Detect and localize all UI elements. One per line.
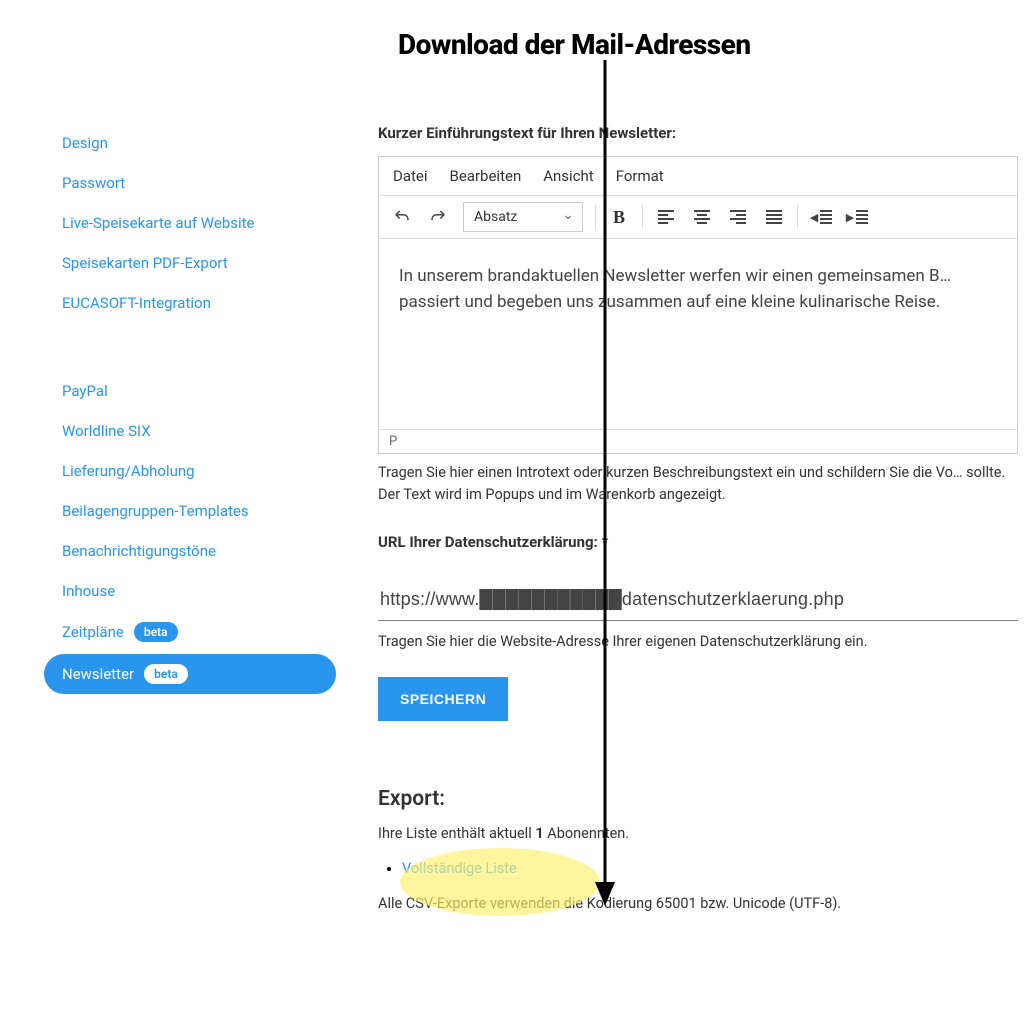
- export-count-text: Ihre Liste enthält aktuell 1 Abonennten.: [378, 825, 1024, 842]
- editor-menubar: Datei Bearbeiten Ansicht Format: [379, 157, 1017, 196]
- sidebar-item-paypal[interactable]: PayPal: [44, 372, 336, 410]
- list-item: Vollständige Liste: [402, 860, 1024, 877]
- sidebar-item-newsletter[interactable]: Newsletter beta: [44, 654, 336, 694]
- save-button[interactable]: SPEICHERN: [378, 677, 508, 721]
- align-center-button[interactable]: [685, 200, 719, 234]
- sidebar-item-inhouse[interactable]: Inhouse: [44, 572, 336, 610]
- align-left-button[interactable]: [649, 200, 683, 234]
- sidebar-item-lieferung[interactable]: Lieferung/Abholung: [44, 452, 336, 490]
- annotation-title: Download der Mail-Adressen: [398, 28, 751, 61]
- intro-label: Kurzer Einführungstext für Ihren Newslet…: [378, 124, 1024, 142]
- sidebar-item-label: Passwort: [62, 174, 125, 192]
- sidebar: Design Passwort Live-Speisekarte auf Web…: [40, 110, 350, 912]
- editor-status-path: P: [379, 429, 1017, 453]
- sidebar-item-label: Worldline SIX: [62, 422, 151, 440]
- full-list-link[interactable]: Vollständige Liste: [402, 860, 517, 877]
- sidebar-item-worldline[interactable]: Worldline SIX: [44, 412, 336, 450]
- url-label: URL Ihrer Datenschutzerklärung: *: [378, 533, 1024, 551]
- block-format-dropdown[interactable]: Absatz: [463, 202, 583, 232]
- sidebar-item-benachrichtigungstoene[interactable]: Benachrichtigungstöne: [44, 532, 336, 570]
- beta-badge: beta: [144, 664, 188, 684]
- url-helper-text: Tragen Sie hier die Website-Adresse Ihre…: [378, 631, 1018, 653]
- sidebar-item-label: Design: [62, 134, 108, 152]
- menu-file[interactable]: Datei: [393, 167, 428, 185]
- sidebar-item-label: Inhouse: [62, 582, 115, 600]
- editor-textarea[interactable]: In unserem brandaktuellen Newsletter wer…: [379, 239, 1017, 429]
- sidebar-item-eucasoft[interactable]: EUCASOFT-Integration: [44, 284, 336, 322]
- sidebar-item-label: Zeitpläne: [62, 623, 124, 641]
- main-content: Kurzer Einführungstext für Ihren Newslet…: [350, 110, 1024, 912]
- sidebar-item-label: Beilagengruppen-Templates: [62, 502, 249, 520]
- export-section: Export: Ihre Liste enthält aktuell 1 Abo…: [378, 787, 1024, 912]
- sidebar-item-design[interactable]: Design: [44, 124, 336, 162]
- sidebar-item-label: Benachrichtigungstöne: [62, 542, 216, 560]
- sidebar-item-pdf-export[interactable]: Speisekarten PDF-Export: [44, 244, 336, 282]
- sidebar-item-label: EUCASOFT-Integration: [62, 294, 211, 312]
- export-list: Vollständige Liste: [402, 860, 1024, 877]
- export-encoding-text: Alle CSV-Exporte verwenden die Kodierung…: [378, 895, 1024, 912]
- privacy-url-input[interactable]: [378, 579, 1018, 621]
- undo-button[interactable]: [385, 200, 419, 234]
- rich-text-editor: Datei Bearbeiten Ansicht Format Absatz B…: [378, 156, 1018, 454]
- export-count-value: 1: [535, 825, 543, 842]
- intro-helper-text: Tragen Sie hier einen Introtext oder kur…: [378, 462, 1018, 507]
- menu-format[interactable]: Format: [616, 167, 664, 185]
- menu-view[interactable]: Ansicht: [543, 167, 593, 185]
- sidebar-item-beilagengruppen[interactable]: Beilagengruppen-Templates: [44, 492, 336, 530]
- sidebar-item-label: Newsletter: [62, 665, 134, 683]
- sidebar-item-label: PayPal: [62, 382, 108, 400]
- beta-badge: beta: [134, 622, 178, 642]
- sidebar-item-label: Speisekarten PDF-Export: [62, 254, 228, 272]
- export-title: Export:: [378, 787, 1024, 811]
- sidebar-item-zeitplaene[interactable]: Zeitpläne beta: [44, 612, 336, 652]
- outdent-button[interactable]: ◀: [804, 200, 838, 234]
- sidebar-item-passwort[interactable]: Passwort: [44, 164, 336, 202]
- sidebar-item-label: Lieferung/Abholung: [62, 462, 195, 480]
- sidebar-item-live-speisekarte[interactable]: Live-Speisekarte auf Website: [44, 204, 336, 242]
- menu-edit[interactable]: Bearbeiten: [450, 167, 522, 185]
- sidebar-item-cutoff[interactable]: [44, 112, 336, 122]
- export-count-prefix: Ihre Liste enthält aktuell: [378, 825, 535, 842]
- align-justify-button[interactable]: [757, 200, 791, 234]
- align-right-button[interactable]: [721, 200, 755, 234]
- bold-button[interactable]: B: [602, 200, 636, 234]
- redo-button[interactable]: [421, 200, 455, 234]
- export-count-suffix: Abonennten.: [544, 825, 629, 842]
- indent-button[interactable]: ▶: [840, 200, 874, 234]
- sidebar-item-label: Live-Speisekarte auf Website: [62, 214, 255, 232]
- editor-toolbar: Absatz B ◀ ▶: [379, 196, 1017, 239]
